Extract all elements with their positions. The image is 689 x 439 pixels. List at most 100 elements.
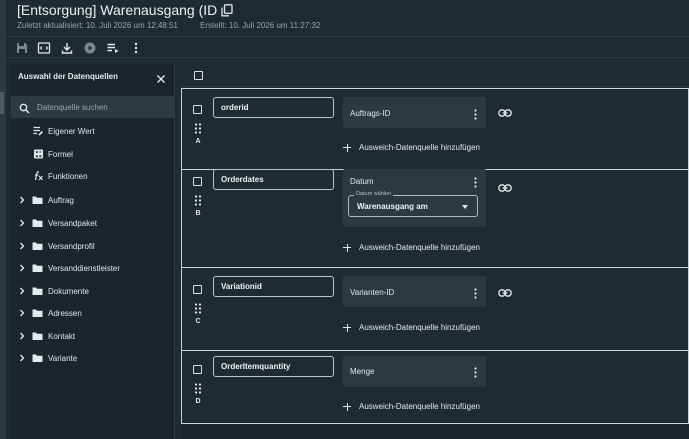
edit-list-icon <box>33 126 44 136</box>
sidebar-item-label: Kontakt <box>48 331 76 341</box>
data-source-label: Datum <box>350 177 374 186</box>
add-fallback-source-button[interactable]: Ausweich-Datenquelle hinzufügen <box>343 243 480 252</box>
left-edge-strip <box>0 0 6 439</box>
add-fallback-label: Ausweich-Datenquelle hinzufügen <box>359 323 480 332</box>
left-edge-marker <box>0 92 4 114</box>
search-box <box>11 96 174 118</box>
last-updated-text: Zuletzt aktualisiert: 10. Juli 2026 um 1… <box>17 21 178 30</box>
field-name-input[interactable] <box>213 356 334 377</box>
folder-icon <box>32 331 43 341</box>
row-checkbox[interactable] <box>193 105 202 114</box>
row-letter: C <box>195 318 201 325</box>
drag-handle-icon[interactable] <box>194 381 202 394</box>
close-icon[interactable] <box>156 71 166 83</box>
folder-icon <box>32 308 43 318</box>
mapping-rows: A Auftrags-ID Ausweich-Datenquelle hinzu… <box>181 88 689 424</box>
link-icon[interactable] <box>498 104 512 117</box>
sidebar-folder-auftrag[interactable]: Auftrag <box>11 190 174 210</box>
search-input[interactable] <box>37 99 167 115</box>
add-fallback-label: Ausweich-Datenquelle hinzufügen <box>359 243 480 252</box>
add-fallback-label: Ausweich-Datenquelle hinzufügen <box>359 143 480 152</box>
data-source-card[interactable]: Auftrags-ID <box>343 97 486 128</box>
date-select-value: Warenausgang am <box>357 202 428 211</box>
sidebar-folder-versanddienstleister[interactable]: Versanddienstleister <box>11 258 174 278</box>
field-name-input[interactable] <box>213 169 334 190</box>
date-select[interactable]: Datum wählen Warenausgang am <box>348 191 478 217</box>
chevron-right-icon[interactable] <box>19 331 25 341</box>
sidebar-folder-adressen[interactable]: Adressen <box>11 303 174 323</box>
data-source-label: Menge <box>350 367 375 376</box>
sidebar-item-funktionen[interactable]: Funktionen <box>11 166 174 186</box>
folder-icon <box>32 286 43 296</box>
add-fallback-source-button[interactable]: Ausweich-Datenquelle hinzufügen <box>343 323 480 332</box>
more-vertical-icon[interactable] <box>129 41 143 55</box>
sidebar-item-eigener-wert[interactable]: Eigener Wert <box>11 121 174 141</box>
add-fallback-source-button[interactable]: Ausweich-Datenquelle hinzufügen <box>343 402 480 411</box>
add-fallback-source-button[interactable]: Ausweich-Datenquelle hinzufügen <box>343 143 480 152</box>
chevron-right-icon[interactable] <box>19 241 25 251</box>
drag-handle-icon[interactable] <box>194 301 202 314</box>
row-checkbox[interactable] <box>193 285 202 294</box>
search-icon <box>19 101 30 114</box>
playlist-icon[interactable] <box>106 41 120 55</box>
chevron-right-icon[interactable] <box>19 195 25 205</box>
drag-handle-icon[interactable] <box>194 121 202 134</box>
created-text: Erstellt: 10. Juli 2026 um 11:27:32 <box>199 21 321 30</box>
sidebar-item-label: Versanddienstleister <box>48 263 121 273</box>
row-letter: A <box>195 138 201 145</box>
date-select-label: Datum wählen <box>354 191 394 197</box>
folder-icon <box>32 353 43 363</box>
more-vertical-icon[interactable] <box>474 365 477 378</box>
sidebar-folder-versandprofil[interactable]: Versandprofil <box>11 236 174 256</box>
chevron-right-icon[interactable] <box>19 353 25 363</box>
plus-icon <box>343 143 351 152</box>
chevron-right-icon[interactable] <box>19 263 25 273</box>
sidebar-item-label: Eigener Wert <box>48 126 95 136</box>
save-icon[interactable] <box>15 41 29 55</box>
function-icon <box>33 171 44 181</box>
calculator-icon <box>33 149 44 159</box>
sidebar-item-formel[interactable]: Formel <box>11 144 174 164</box>
sidebar-item-label: Funktionen <box>48 171 88 181</box>
data-source-card[interactable]: Varianten-ID <box>343 276 486 307</box>
page-title: [Entsorgung] Warenausgang (ID <box>17 2 218 18</box>
sidebar-folder-variante[interactable]: Variante <box>11 348 174 368</box>
row-checkbox[interactable] <box>193 177 202 186</box>
copy-icon[interactable] <box>221 3 233 17</box>
sidebar-item-label: Auftrag <box>48 195 74 205</box>
folder-icon <box>32 218 43 228</box>
chevron-right-icon[interactable] <box>19 218 25 228</box>
sidebar-item-label: Versandpaket <box>48 218 97 228</box>
mapping-panel: A Auftrags-ID Ausweich-Datenquelle hinzu… <box>175 64 689 439</box>
field-name-input[interactable] <box>213 276 334 297</box>
more-vertical-icon[interactable] <box>474 175 477 188</box>
sidebar-title: Auswahl der Datenquellen <box>18 72 119 81</box>
mapping-row-d: D Menge Ausweich-Datenquelle hinzufügen <box>182 352 688 424</box>
plus-icon <box>343 402 351 411</box>
link-icon[interactable] <box>498 284 512 297</box>
download-icon[interactable] <box>60 41 74 55</box>
row-checkbox[interactable] <box>193 365 202 374</box>
sidebar-folder-dokumente[interactable]: Dokumente <box>11 281 174 301</box>
code-icon[interactable] <box>37 41 51 55</box>
row-letter: D <box>195 398 201 405</box>
sidebar-folder-kontakt[interactable]: Kontakt <box>11 326 174 346</box>
mapping-row-a: A Auftrags-ID Ausweich-Datenquelle hinzu… <box>182 89 688 170</box>
plus-icon <box>343 243 351 252</box>
more-vertical-icon[interactable] <box>474 286 477 299</box>
sidebar-item-label: Formel <box>48 149 73 159</box>
select-all-checkbox[interactable] <box>194 71 203 80</box>
sidebar-folder-versandpaket[interactable]: Versandpaket <box>11 213 174 233</box>
more-vertical-icon[interactable] <box>474 107 477 120</box>
chevron-right-icon[interactable] <box>19 286 25 296</box>
divider <box>181 86 689 87</box>
dropdown-caret-icon <box>462 205 468 209</box>
chevron-right-icon[interactable] <box>19 308 25 318</box>
drag-handle-icon[interactable] <box>194 193 202 206</box>
field-name-input[interactable] <box>213 97 334 118</box>
play-icon[interactable] <box>83 41 97 55</box>
link-icon[interactable] <box>498 179 512 192</box>
mapping-row-b: B Datum Datum wählen Warenausgang am Aus… <box>182 169 688 268</box>
data-source-card[interactable]: Menge <box>343 356 486 387</box>
data-source-card[interactable]: Datum Datum wählen Warenausgang am <box>343 169 486 227</box>
